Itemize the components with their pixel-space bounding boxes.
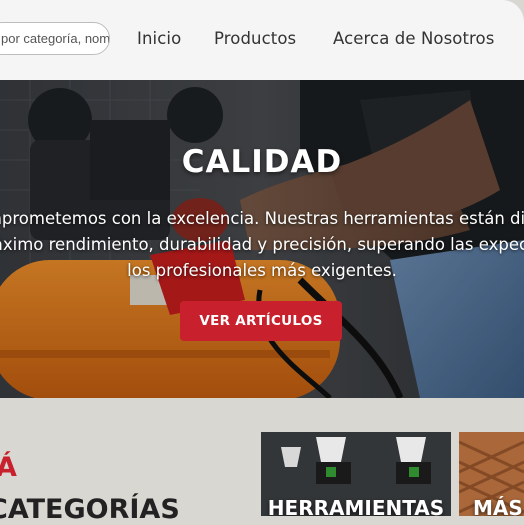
category-card-label: HERRAMIENTAS bbox=[267, 496, 445, 516]
categories-heading: CATEGORÍAS bbox=[0, 494, 180, 525]
category-card-label: MÁS bbox=[473, 496, 523, 516]
hero-title: CALIDAD bbox=[181, 144, 343, 180]
hero-text-line-3: los profesionales más exigentes. bbox=[127, 261, 397, 280]
nav-link-productos[interactable]: Productos bbox=[214, 29, 296, 48]
hero-banner: CALIDAD Nos comprometemos con la excelen… bbox=[0, 80, 524, 398]
hero-text-line-2: para el máximo rendimiento, durabilidad … bbox=[0, 235, 524, 254]
nav-link-inicio[interactable]: Inicio bbox=[137, 29, 181, 48]
search-input[interactable] bbox=[0, 22, 110, 55]
view-articles-button[interactable]: VER ARTÍCULOS bbox=[180, 301, 342, 341]
category-card-herramientas[interactable]: HERRAMIENTAS bbox=[261, 432, 451, 516]
category-card-mas[interactable]: MÁS bbox=[459, 432, 524, 516]
hero-text-line-1: Nos comprometemos con la excelencia. Nue… bbox=[0, 209, 524, 228]
section-accent-letter: Á bbox=[0, 452, 17, 483]
nav-link-acerca[interactable]: Acerca de Nosotros bbox=[333, 29, 494, 48]
site-header: Inicio Productos Acerca de Nosotros bbox=[0, 0, 524, 80]
